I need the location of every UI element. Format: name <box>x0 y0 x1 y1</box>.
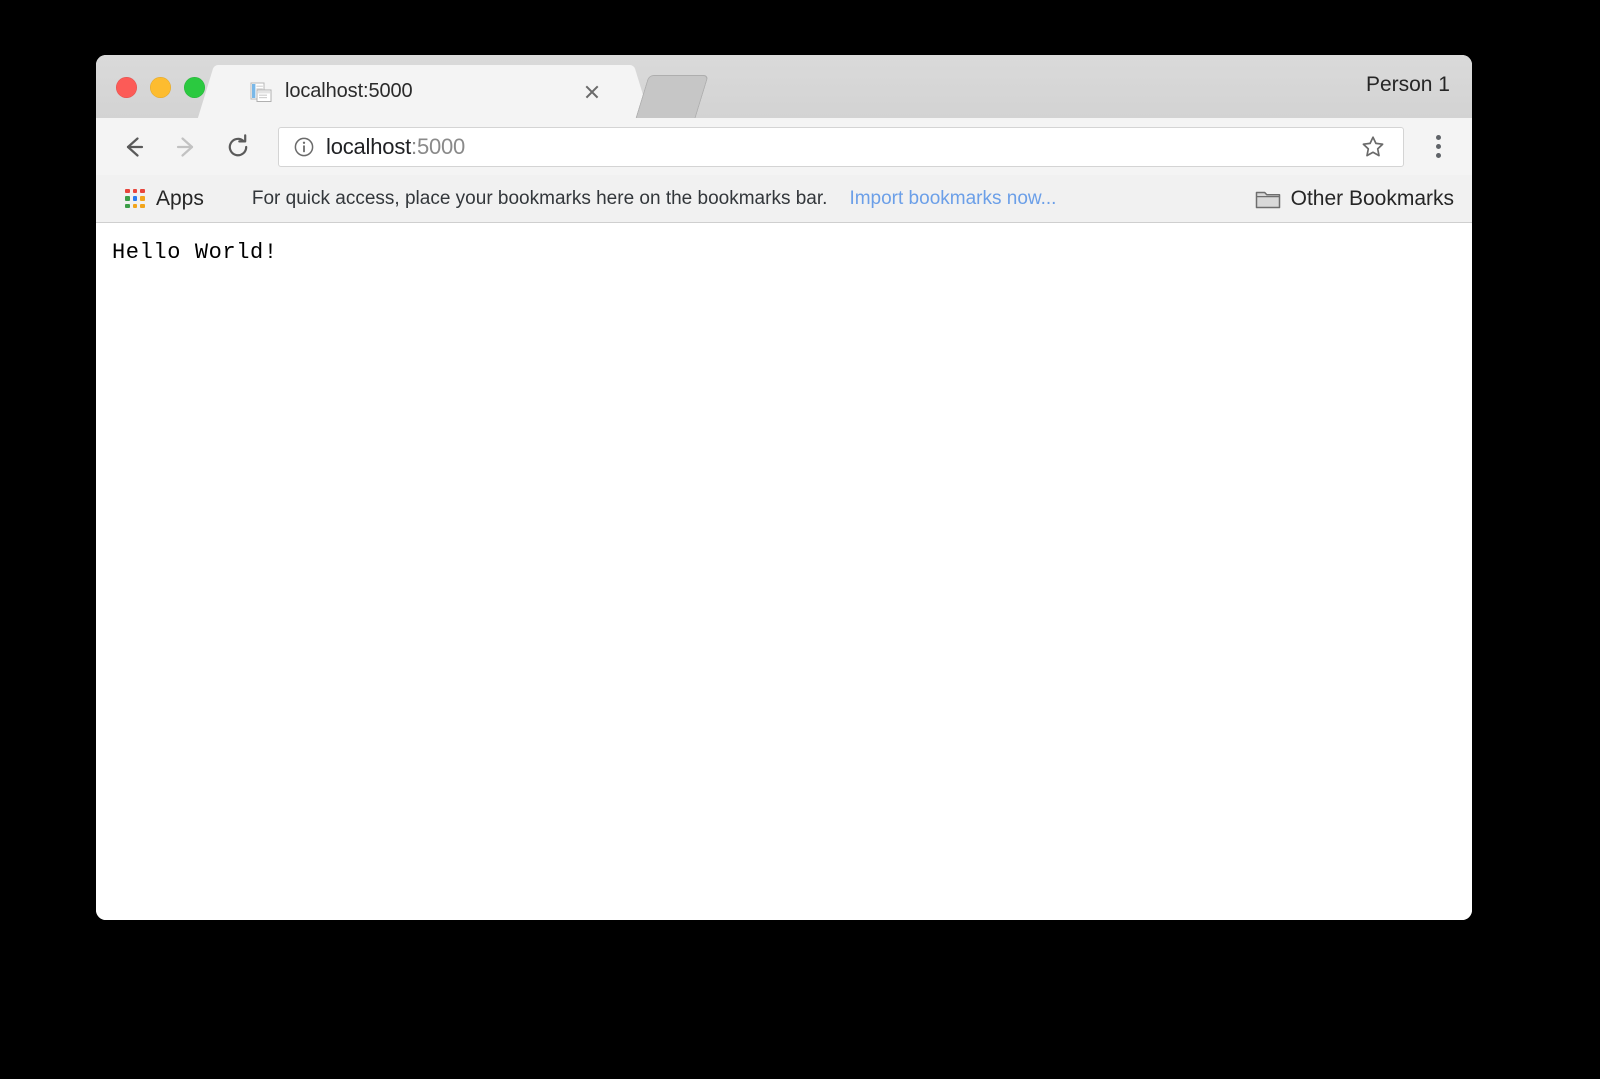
star-icon[interactable] <box>1359 133 1387 161</box>
window-close-button[interactable] <box>116 77 137 98</box>
page-body-text: Hello World! <box>112 240 278 265</box>
apps-cell <box>125 203 130 209</box>
import-bookmarks-link[interactable]: Import bookmarks now... <box>849 188 1056 210</box>
menu-dot <box>1435 153 1441 158</box>
url-host: localhost <box>326 133 412 159</box>
menu-dot <box>1435 144 1441 149</box>
apps-label: Apps <box>156 186 204 210</box>
other-bookmarks-label: Other Bookmarks <box>1290 186 1454 210</box>
tab-localhost-5000[interactable]: localhost:5000 <box>224 65 624 118</box>
window-controls <box>116 77 205 98</box>
tab-strip: localhost:5000 Person 1 <box>96 55 1472 119</box>
url-port: :5000 <box>411 133 466 159</box>
reload-icon[interactable] <box>216 125 260 169</box>
info-circle-icon[interactable] <box>293 136 315 158</box>
apps-shortcut[interactable]: Apps <box>117 183 212 215</box>
folder-icon <box>1255 188 1281 210</box>
apps-cell <box>140 203 145 209</box>
apps-grid-icon <box>125 188 145 209</box>
apps-cell <box>132 188 138 194</box>
browser-window: localhost:5000 Person 1 localhost:5000 A… <box>96 55 1472 920</box>
bookmarks-bar: Apps For quick access, place your bookma… <box>96 175 1472 223</box>
apps-cell <box>132 196 138 201</box>
browser-toolbar: localhost:5000 <box>96 118 1472 175</box>
other-bookmarks-button[interactable]: Other Bookmarks <box>1255 187 1456 211</box>
page-viewport: Hello World! <box>96 223 1472 920</box>
apps-cell <box>140 188 145 194</box>
close-icon[interactable] <box>578 78 606 106</box>
apps-cell <box>132 203 138 209</box>
document-icon <box>250 81 272 103</box>
back-arrow-icon[interactable] <box>112 125 156 169</box>
profile-label[interactable]: Person 1 <box>1366 73 1450 97</box>
apps-cell <box>125 196 130 201</box>
address-bar[interactable]: localhost:5000 <box>278 126 1404 167</box>
url-text: localhost:5000 <box>326 134 1359 160</box>
three-dots-menu-icon[interactable] <box>1418 125 1458 169</box>
forward-arrow-icon <box>164 125 208 169</box>
tab-blank[interactable] <box>635 75 709 119</box>
menu-dot <box>1435 135 1441 140</box>
apps-cell <box>140 196 145 201</box>
window-maximize-button[interactable] <box>184 77 205 98</box>
tab-title: localhost:5000 <box>285 80 413 102</box>
window-minimize-button[interactable] <box>150 77 171 98</box>
apps-cell <box>125 188 130 194</box>
bookmarks-hint-text: For quick access, place your bookmarks h… <box>251 187 828 209</box>
